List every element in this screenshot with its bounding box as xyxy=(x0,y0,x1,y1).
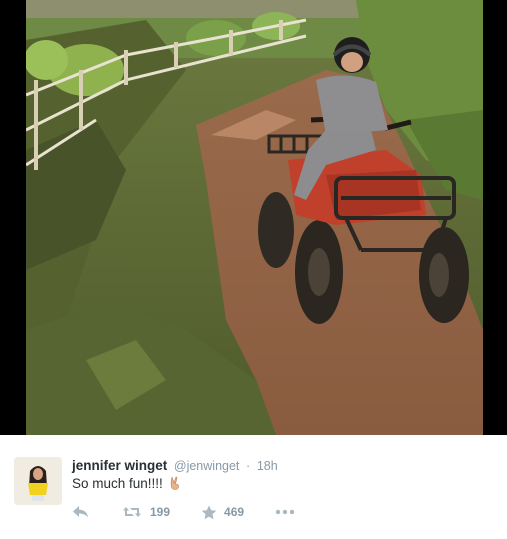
author-name[interactable]: jennifer winget xyxy=(72,458,167,473)
tweet-media-frame xyxy=(0,0,507,435)
retweet-icon xyxy=(122,505,142,519)
victory-hand-emoji-icon xyxy=(169,476,181,490)
author-handle[interactable]: @jenwinget xyxy=(174,459,240,473)
avatar-image xyxy=(14,457,62,505)
tweet-card: jennifer winget @jenwinget · 18h So much… xyxy=(0,435,507,539)
more-dots-icon xyxy=(275,509,295,515)
tweet-text: So much fun!!!! xyxy=(72,475,181,493)
more-options-button[interactable] xyxy=(275,509,297,515)
tweet-actions: 199 469 xyxy=(72,503,297,521)
reply-button[interactable] xyxy=(72,505,90,519)
tweet-header: jennifer winget @jenwinget · 18h xyxy=(72,457,278,475)
retweet-count: 199 xyxy=(150,505,171,519)
separator-dot: · xyxy=(246,459,251,473)
tweet-timestamp[interactable]: 18h xyxy=(257,459,278,473)
tweet-text-content: So much fun!!!! xyxy=(72,476,163,491)
favorite-count: 469 xyxy=(224,505,245,519)
atv-ride-photo xyxy=(26,0,483,435)
tweet-photo[interactable] xyxy=(26,0,483,435)
avatar[interactable] xyxy=(14,457,62,505)
reply-icon xyxy=(72,505,90,519)
retweet-button[interactable]: 199 xyxy=(122,505,170,519)
favorite-button[interactable]: 469 xyxy=(201,505,244,520)
star-icon xyxy=(201,505,217,520)
